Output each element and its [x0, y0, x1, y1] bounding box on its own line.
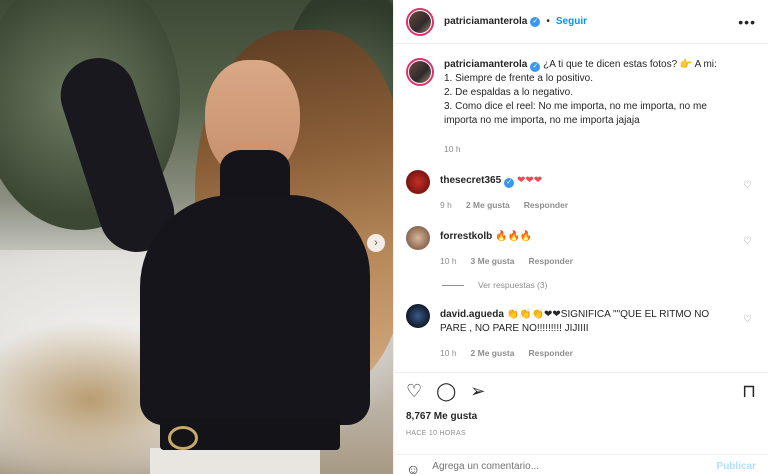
post-timestamp: HACE 10 HORAS: [406, 430, 466, 437]
reply-button[interactable]: Responder: [528, 254, 572, 268]
comment-username[interactable]: david.agueda: [440, 309, 504, 320]
post-header: patriciamanterola ✓ • Seguir •••: [394, 0, 768, 44]
comment-time: 9 h: [440, 200, 452, 210]
emoji-icon[interactable]: ☺: [406, 461, 420, 474]
comment-likes[interactable]: 2 Me gusta: [466, 198, 510, 212]
view-replies-label: Ver respuestas (3): [478, 280, 548, 290]
follow-button[interactable]: Seguir: [556, 16, 587, 27]
black-sweater: [140, 195, 370, 425]
publish-button[interactable]: Publicar: [717, 461, 756, 472]
post-photo[interactable]: [0, 0, 393, 474]
comment-username[interactable]: thesecret365: [440, 175, 501, 186]
like-comment-heart-icon[interactable]: ♡: [743, 236, 752, 247]
comment-text: 🔥🔥🔥: [495, 231, 533, 242]
comment-likes[interactable]: 2 Me gusta: [471, 346, 515, 360]
author-username[interactable]: patriciamanterola: [444, 16, 527, 27]
bookmark-icon[interactable]: ⊓: [742, 381, 756, 402]
caption-time: 10 h: [444, 144, 461, 154]
reply-button[interactable]: Responder: [528, 346, 572, 360]
comment-item: david.agueda 👏👏👏❤❤SIGNIFICA ""QUE EL RIT…: [406, 304, 756, 360]
comment-likes[interactable]: 3 Me gusta: [471, 254, 515, 268]
caption-line-4: 3. Como dice el reel: No me importa, no …: [444, 101, 707, 126]
verified-badge-icon: ✓: [530, 16, 541, 27]
comment-item: thesecret365 ✓ ❤❤❤ 9 h 2 Me gusta Respond…: [406, 170, 756, 212]
like-comment-heart-icon[interactable]: ♡: [743, 314, 752, 325]
comment-bubble-icon[interactable]: ◯: [436, 381, 456, 402]
comment-item: forrestkolb 🔥🔥🔥 10 h 3 Me gusta Responde…: [406, 226, 756, 268]
replies-line: [442, 284, 464, 286]
reply-button[interactable]: Responder: [524, 198, 568, 212]
commenter-avatar[interactable]: [406, 304, 430, 328]
comment-time: 10 h: [440, 348, 457, 358]
post-actions: ♡ ◯ ➢ ⊓ 8,767 Me gusta HACE 10 HORAS: [394, 372, 768, 441]
post-panel: patriciamanterola ✓ • Seguir ••• patrici…: [393, 0, 768, 474]
caption-username[interactable]: patriciamanterola: [444, 59, 527, 70]
caption-avatar[interactable]: [406, 58, 434, 86]
white-pants: [150, 448, 320, 474]
belt-buckle: [168, 426, 198, 450]
verified-badge-icon: ✓: [530, 62, 541, 72]
caption: patriciamanterola ✓ ¿A ti que te dicen es…: [406, 58, 756, 156]
like-heart-icon[interactable]: ♡: [406, 381, 422, 402]
likes-count[interactable]: 8,767 Me gusta: [406, 411, 756, 422]
author-avatar[interactable]: [406, 7, 434, 36]
add-comment-bar: ☺ Publicar: [394, 454, 768, 474]
caption-line-1: ¿A ti que te dicen estas fotos? 👉 A mi:: [543, 59, 717, 70]
comment-username[interactable]: forrestkolb: [440, 231, 492, 242]
view-replies-button[interactable]: Ver respuestas (3): [442, 280, 756, 290]
comment-text: ❤❤❤: [516, 175, 543, 186]
comments-list[interactable]: patriciamanterola ✓ ¿A ti que te dicen es…: [394, 50, 768, 366]
caption-line-3: 2. De espaldas a lo negativo.: [444, 87, 573, 98]
share-send-icon[interactable]: ➢: [470, 381, 485, 402]
comment-input[interactable]: [432, 461, 717, 472]
caption-line-2: 1. Siempre de frente a lo positivo.: [444, 73, 593, 84]
more-horizontal-icon[interactable]: •••: [738, 14, 756, 30]
verified-badge-icon: ✓: [504, 178, 515, 188]
comment-time: 10 h: [440, 256, 457, 266]
like-comment-heart-icon[interactable]: ♡: [743, 180, 752, 191]
separator-dot: •: [546, 16, 550, 27]
chevron-right-icon[interactable]: ›: [367, 234, 385, 252]
commenter-avatar[interactable]: [406, 226, 430, 250]
commenter-avatar[interactable]: [406, 170, 430, 194]
